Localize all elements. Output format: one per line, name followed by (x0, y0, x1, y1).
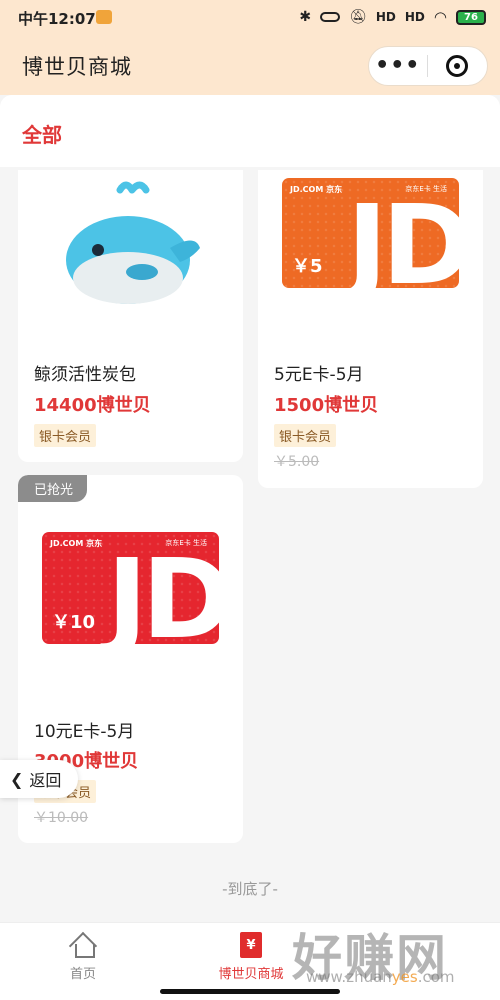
home-indicator (160, 989, 340, 994)
tab-mall-label: 博世贝商城 (218, 967, 284, 982)
jd-brand-label: JD.COM 京东 (50, 539, 103, 548)
header-area: 中午12:07 ✱ 🔕︎ HD HD ◠ 76 博世贝商城 ••• (0, 0, 500, 95)
mini-program-capsule: ••• (368, 46, 488, 86)
product-price: 1500博世贝 (274, 395, 379, 416)
category-all-tab[interactable]: 全部 (22, 119, 62, 148)
product-name: 5元E卡-5月 (274, 365, 364, 385)
vibrate-icon (320, 12, 341, 22)
battery-icon: 76 (456, 9, 486, 25)
jd-logo: JD (106, 535, 219, 644)
product-name: 10元E卡-5月 (34, 722, 135, 742)
jd-ecard-image: JD.COM 京东 京东E卡 生活 JD ￥5 (282, 178, 459, 288)
product-price: 14400博世贝 (34, 395, 151, 416)
category-bar: 全部 (0, 95, 500, 167)
end-of-list-note: -到底了- (222, 880, 278, 898)
jd-logo: JD (346, 181, 459, 288)
tab-home-label: 首页 (69, 967, 96, 982)
home-icon (70, 933, 96, 958)
chevron-left-icon: ❮ (10, 769, 24, 789)
product-card[interactable]: JD.COM 京东 京东E卡 生活 JD ￥5 5元E卡-5月 1500博世贝 … (258, 170, 483, 488)
wifi-icon: ◠ (433, 8, 447, 26)
notification-app-icon (96, 10, 112, 24)
whale-plush-image (60, 178, 210, 308)
card-amount: ￥10 (52, 612, 96, 633)
status-bar: 中午12:07 ✱ 🔕︎ HD HD ◠ 76 (0, 0, 500, 36)
member-tag: 银卡会员 (34, 424, 97, 447)
target-icon (446, 55, 469, 77)
tab-home[interactable]: 首页 (18, 929, 148, 982)
jd-ecard-image: JD.COM 京东 京东E卡 生活 JD ￥10 (42, 532, 219, 644)
back-button[interactable]: ❮ 返回 (0, 760, 78, 798)
bluetooth-icon: ✱ (299, 9, 312, 25)
status-time: 中午12:07 (18, 10, 96, 28)
mute-bell-icon: 🔕︎ (349, 9, 367, 25)
product-name: 鲸须活性炭包 (34, 365, 136, 385)
status-icons: ✱ 🔕︎ HD HD ◠ 76 (299, 8, 486, 26)
original-price: ￥5.00 (274, 454, 320, 470)
more-button[interactable]: ••• (369, 55, 427, 77)
signal-icon: HD (375, 10, 396, 24)
back-label: 返回 (29, 771, 62, 790)
card-amount: ￥5 (292, 256, 323, 277)
close-button[interactable] (428, 55, 488, 77)
page-title: 博世贝商城 (22, 55, 132, 79)
original-price: ￥10.00 (34, 810, 89, 826)
signal-icon-2: HD (404, 10, 425, 24)
sold-out-badge: 已抢光 (18, 475, 88, 502)
product-card[interactable]: 鲸须活性炭包 14400博世贝 银卡会员 (18, 170, 243, 462)
watermark-url: www.zhuanyes.com (306, 968, 455, 986)
member-tag: 银卡会员 (274, 424, 337, 447)
mall-icon: ¥ (240, 932, 262, 958)
jd-brand-label: JD.COM 京东 (290, 185, 343, 194)
